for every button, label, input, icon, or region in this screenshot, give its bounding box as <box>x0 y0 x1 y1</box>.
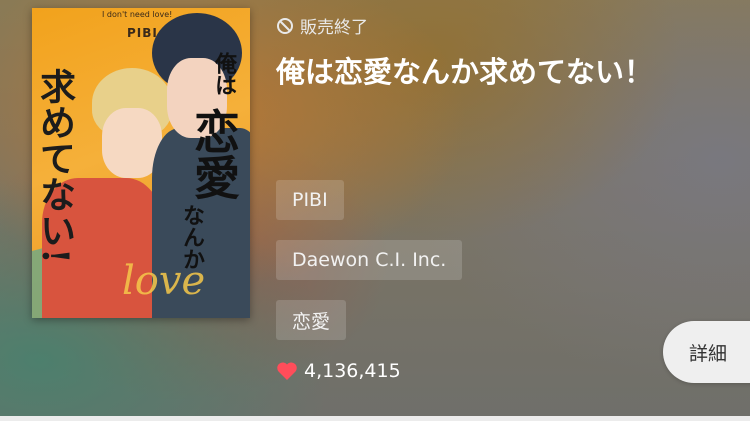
cover-title-main: 恋愛 <box>187 108 241 200</box>
like-count-value: 4,136,415 <box>304 360 401 382</box>
heart-icon <box>276 361 298 381</box>
cover-title-left: 求めてない! <box>34 68 76 264</box>
genre-tag[interactable]: 恋愛 <box>276 300 347 340</box>
cover-title-top: 俺は <box>211 52 237 96</box>
detail-button[interactable]: 詳細 <box>663 321 750 383</box>
detail-button-label: 詳細 <box>689 342 728 365</box>
sale-status-label: 販売終了 <box>300 18 368 38</box>
cover-author: PIBI <box>127 26 158 40</box>
like-count: 4,136,415 <box>276 360 401 382</box>
cover-english-title: I don't need love! <box>102 10 173 19</box>
publisher-tag[interactable]: Daewon C.I. Inc. <box>276 240 463 280</box>
work-title: 俺は恋愛なんか求めてない！ <box>276 55 654 89</box>
author-tag[interactable]: PIBI <box>276 180 344 220</box>
cover-image[interactable]: I don't need love! PIBI 求めてない! 俺は 恋愛 なんか… <box>32 8 250 318</box>
sale-status: 販売終了 <box>276 13 368 38</box>
prohibited-icon <box>276 17 294 35</box>
cover-script-word: love <box>122 258 206 304</box>
bottom-divider <box>0 416 750 421</box>
